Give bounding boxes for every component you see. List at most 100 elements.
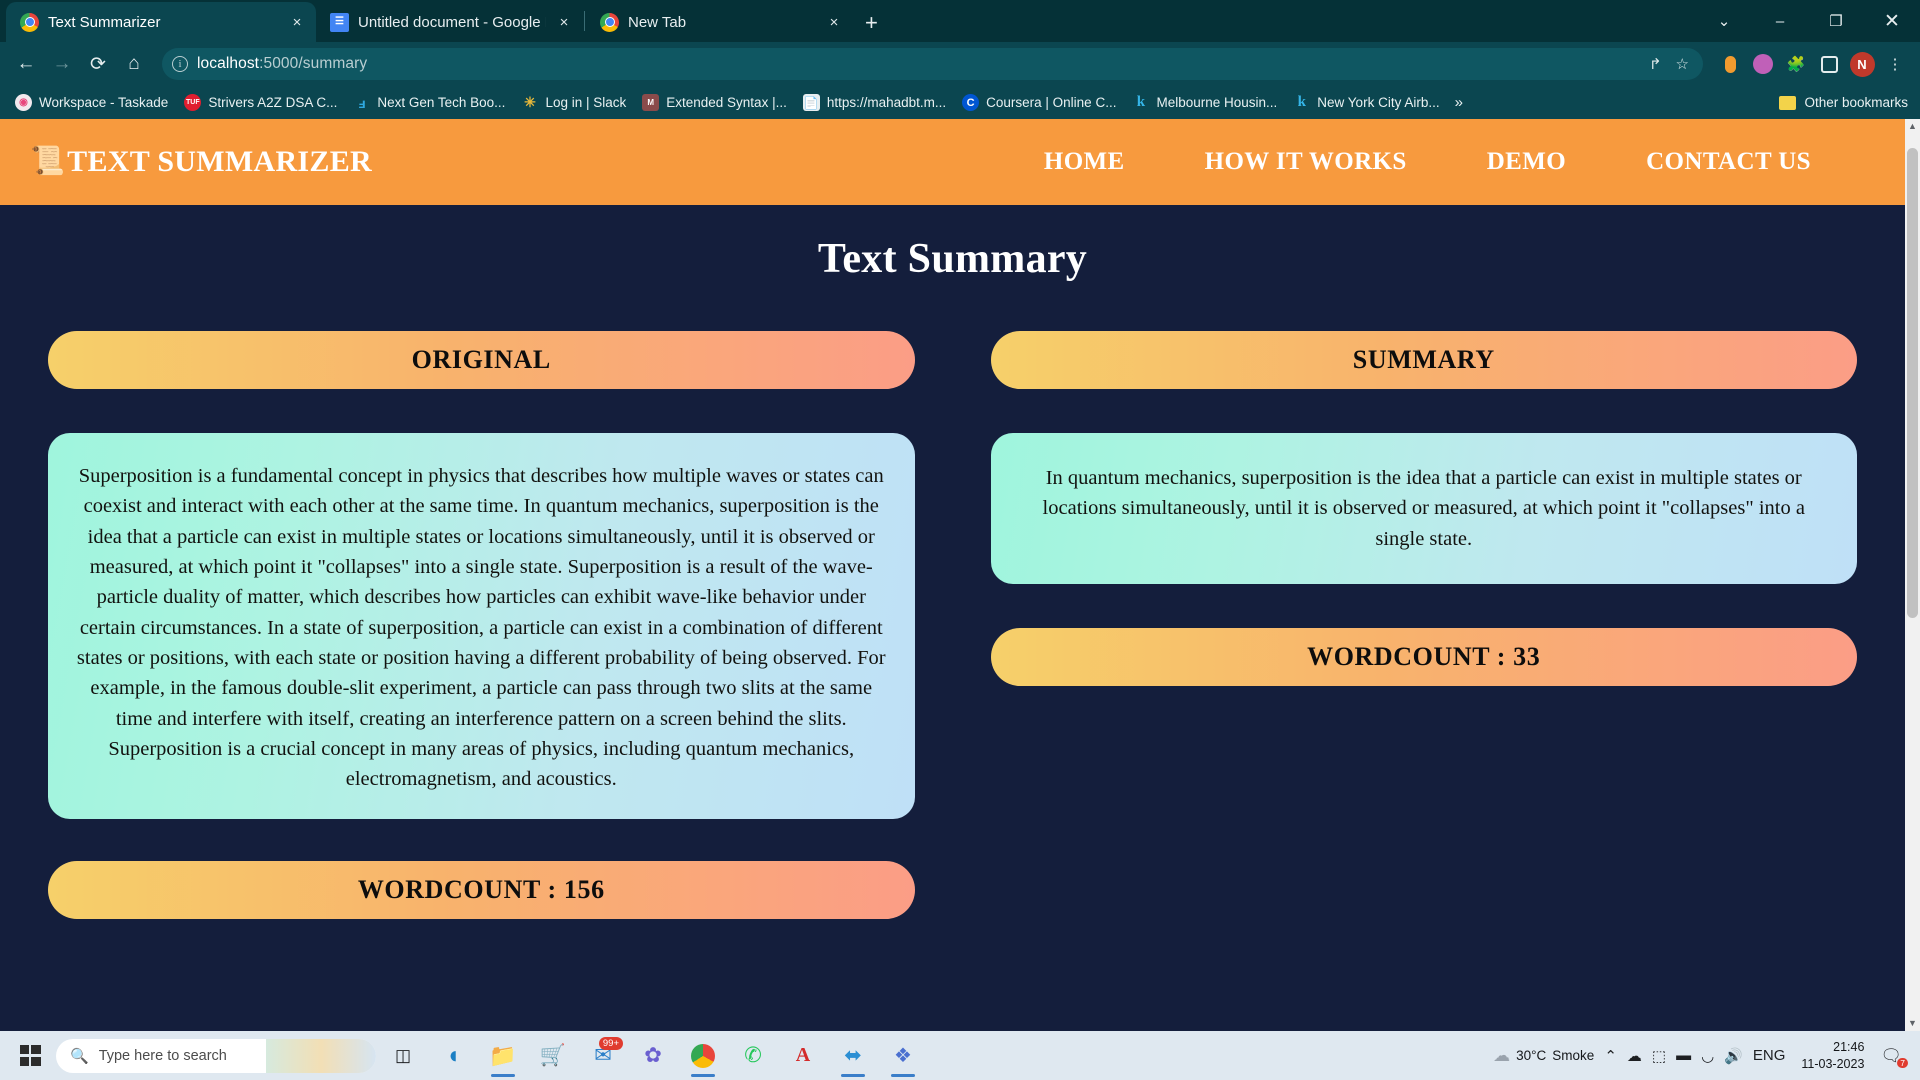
search-illustration [266, 1038, 376, 1073]
taskbar-app-mail[interactable]: ✉ 99+ [580, 1033, 626, 1079]
taskbar-app-whatsapp[interactable]: ✆ [730, 1033, 776, 1079]
taskbar-app-microsoft-store[interactable]: 🛒 [530, 1033, 576, 1079]
onedrive-cloud-icon[interactable]: ☁ [1627, 1047, 1642, 1065]
wifi-icon[interactable]: ◡ [1701, 1047, 1714, 1065]
tab-title: New Tab [628, 13, 687, 31]
new-tab-button[interactable]: + [865, 12, 878, 34]
taskbar-app-photos[interactable]: ✿ [630, 1033, 676, 1079]
bookmark-workspace-taskade[interactable]: ◉ Workspace - Taskade [8, 91, 175, 114]
taskbar-app-file-explorer[interactable]: 📁 [480, 1033, 526, 1079]
url-path: :5000/summary [259, 55, 368, 72]
page-scrollbar[interactable]: ▲ ▼ [1905, 119, 1920, 1031]
weather-temp: 30°C [1516, 1048, 1547, 1063]
scroll-up-icon[interactable]: ▲ [1908, 119, 1917, 134]
minimize-button[interactable]: – [1752, 0, 1808, 42]
teams-icon: ❖ [894, 1045, 912, 1067]
url-host: localhost [197, 55, 260, 72]
site-header: 📜 TEXT SUMMARIZER HOME HOW IT WORKS DEMO… [0, 119, 1905, 205]
browser-tab-text-summarizer[interactable]: Text Summarizer × [6, 2, 316, 42]
share-icon[interactable]: ↱ [1649, 55, 1662, 73]
weather-condition: Smoke [1552, 1048, 1595, 1063]
cloud-icon: ☁ [1493, 1045, 1511, 1065]
scrollbar-thumb[interactable] [1907, 148, 1918, 618]
omnibox-actions: ↱ ☆ [1649, 55, 1693, 73]
home-icon[interactable]: ⌂ [118, 48, 150, 80]
back-icon[interactable]: ← [10, 48, 42, 80]
toolbar-icons: 🧩 N ⋮ [1715, 49, 1910, 79]
extension-profile-icon[interactable] [1748, 49, 1778, 79]
bookmark-next-gen-tech[interactable]: ⅎ Next Gen Tech Boo... [346, 91, 512, 114]
taskbar-app-edge[interactable]: ◖ [430, 1033, 476, 1079]
summary-wordcount-band: WORDCOUNT : 33 [990, 627, 1857, 686]
google-docs-icon: ☰ [330, 12, 349, 32]
site-info-icon[interactable]: i [172, 56, 188, 72]
close-icon[interactable]: × [288, 14, 306, 31]
reload-icon[interactable]: ⟳ [82, 48, 114, 80]
address-bar[interactable]: i localhost:5000/summary ↱ ☆ [162, 48, 1703, 80]
taskbar-app-chrome[interactable] [680, 1033, 726, 1079]
onedrive-icon[interactable]: ⬚ [1652, 1047, 1666, 1065]
bookmark-slack-login[interactable]: ✳ Log in | Slack [514, 91, 633, 114]
window-controls: ⌄ – ❐ ✕ [1696, 0, 1920, 42]
profile-avatar[interactable]: N [1847, 49, 1877, 79]
bookmark-extended-syntax[interactable]: M Extended Syntax |... [635, 91, 794, 114]
folder-icon [1779, 95, 1797, 110]
scrollbar-track[interactable] [1905, 134, 1920, 1016]
web-page: 📜 TEXT SUMMARIZER HOME HOW IT WORKS DEMO… [0, 119, 1905, 1031]
bookmark-mahadbt[interactable]: 📄 https://mahadbt.m... [796, 91, 953, 114]
bookmark-star-icon[interactable]: ☆ [1676, 55, 1689, 73]
side-panel-icon[interactable] [1814, 49, 1844, 79]
bookmark-new-york-airbnb[interactable]: k New York City Airb... [1286, 91, 1446, 114]
summary-text-panel: In quantum mechanics, superposition is t… [990, 433, 1857, 584]
bookmark-melbourne-housing[interactable]: k Melbourne Housin... [1125, 91, 1284, 114]
browser-tab-google-docs[interactable]: ☰ Untitled document - Google Doc × [316, 2, 583, 42]
page-title: Text Summary [817, 236, 1088, 282]
bookmark-strivers-a2z[interactable]: TUF Strivers A2Z DSA C... [177, 91, 344, 114]
original-column: ORIGINAL Superposition is a fundamental … [48, 331, 915, 919]
language-indicator[interactable]: ENG [1753, 1047, 1786, 1064]
other-bookmarks-folder[interactable]: Other bookmarks [1772, 92, 1912, 113]
taskbar-app-teams[interactable]: ❖ [880, 1033, 926, 1079]
battery-icon[interactable]: ▬ [1676, 1047, 1691, 1064]
bookmark-label: New York City Airb... [1317, 95, 1440, 110]
show-hidden-icons-chevron[interactable]: ⌃ [1604, 1047, 1617, 1065]
nav-link-contact-us[interactable]: CONTACT US [1606, 148, 1851, 176]
extensions-puzzle-icon[interactable]: 🧩 [1781, 49, 1811, 79]
taskbar-clock[interactable]: 21:46 11-03-2023 [1795, 1039, 1870, 1072]
weather-widget[interactable]: ☁ 30°C Smoke [1493, 1046, 1594, 1066]
site-brand[interactable]: 📜 TEXT SUMMARIZER [30, 145, 372, 179]
tab-title: Untitled document - Google Doc [358, 13, 546, 31]
clock-date: 11-03-2023 [1801, 1056, 1865, 1071]
kaggle-icon: k [1297, 94, 1306, 110]
maximize-button[interactable]: ❐ [1808, 0, 1864, 42]
markdown-icon: M [642, 94, 660, 111]
taskbar-app-task-view[interactable]: ◫ [380, 1033, 426, 1079]
nav-link-home[interactable]: HOME [1004, 148, 1165, 176]
volume-icon[interactable]: 🔊 [1724, 1047, 1743, 1065]
original-heading-band: ORIGINAL [48, 331, 915, 389]
scroll-down-icon[interactable]: ▼ [1908, 1016, 1917, 1031]
forward-icon[interactable]: → [46, 48, 78, 80]
browser-toolbar: ← → ⟳ ⌂ i localhost:5000/summary ↱ ☆ 🧩 N… [0, 42, 1920, 86]
close-window-button[interactable]: ✕ [1864, 0, 1920, 42]
chevron-down-icon[interactable]: ⌄ [1696, 0, 1752, 42]
close-icon[interactable]: × [555, 14, 573, 31]
nav-link-demo[interactable]: DEMO [1447, 148, 1606, 176]
bookmark-coursera[interactable]: C Coursera | Online C... [955, 91, 1123, 114]
original-wordcount-band: WORDCOUNT : 156 [48, 860, 915, 919]
close-icon[interactable]: × [825, 14, 843, 31]
chrome-menu-icon[interactable]: ⋮ [1880, 49, 1910, 79]
start-button[interactable] [8, 1045, 52, 1066]
nav-link-how-it-works[interactable]: HOW IT WORKS [1165, 148, 1447, 176]
browser-tab-new-tab[interactable]: New Tab × [586, 2, 853, 42]
password-key-icon[interactable] [1715, 49, 1745, 79]
taskbar-app-vscode[interactable]: ⬌ [830, 1033, 876, 1079]
taskbar-search[interactable]: 🔍 Type here to search [56, 1038, 376, 1073]
tab-strip: Text Summarizer × ☰ Untitled document - … [0, 0, 1920, 42]
notifications-icon[interactable]: 🗨 7 [1880, 1046, 1908, 1068]
chrome-icon [691, 1043, 715, 1068]
bookmarks-overflow-icon[interactable]: » [1449, 94, 1469, 111]
bookmarks-bar: ◉ Workspace - Taskade TUF Strivers A2Z D… [0, 86, 1920, 119]
main-content: Text Summary ORIGINAL Superposition is a… [0, 235, 1905, 919]
taskbar-app-adobe-acrobat[interactable]: A [780, 1033, 826, 1079]
